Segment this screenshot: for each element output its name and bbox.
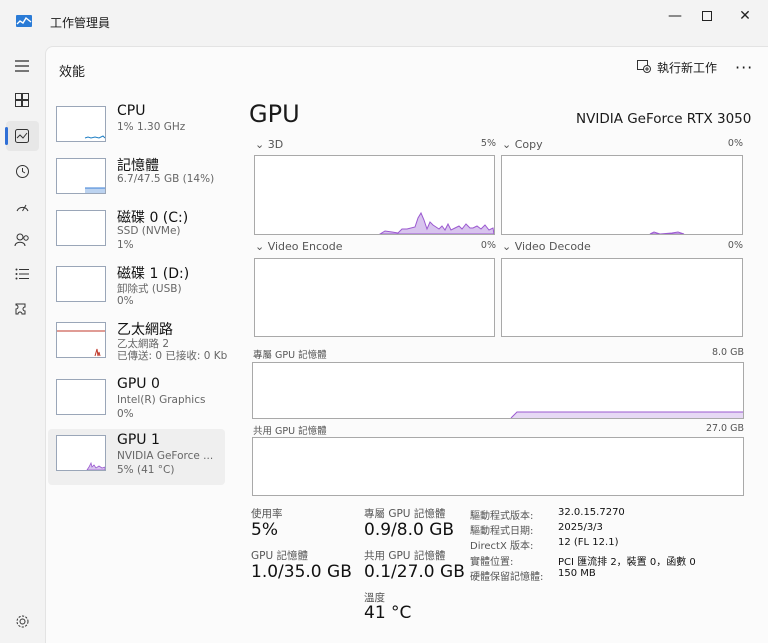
device-value: 0%	[117, 408, 134, 420]
window-title: 工作管理員	[50, 16, 111, 30]
users-icon[interactable]	[10, 228, 34, 252]
run-task-label: 執行新工作	[657, 61, 718, 75]
settings-icon[interactable]	[10, 609, 34, 633]
device-cpu[interactable]: CPU 1% 1.30 GHz	[48, 100, 225, 156]
engine-video-decode-graph	[501, 258, 743, 337]
device-detail: 6.7/47.5 GB (14%)	[117, 173, 215, 185]
gpu-memory-label: GPU 記憶體	[251, 550, 308, 562]
more-options-button[interactable]: ···	[735, 58, 753, 77]
gpu-model: NVIDIA GeForce RTX 3050	[576, 111, 752, 127]
engine-3d-percent: 5%	[480, 138, 496, 149]
processes-icon[interactable]	[10, 88, 34, 112]
info-value: 12 (FL 12.1)	[558, 537, 619, 548]
device-name: CPU	[117, 103, 146, 119]
device-value: 5% (41 °C)	[117, 464, 175, 476]
info-key: DirectX 版本:	[470, 541, 534, 552]
shared-memory-label: 共用 GPU 記憶體	[253, 426, 327, 437]
dedicated-memory-graph	[252, 362, 744, 419]
engine-video-decode-label: ⌄ Video Decode	[502, 240, 591, 253]
gpu-1-thumbnail	[56, 435, 106, 471]
close-icon[interactable]: ✕	[722, 0, 768, 32]
chevron-down-icon[interactable]: ⌄	[255, 240, 264, 253]
engine-3d-graph	[254, 155, 495, 235]
dedicated-stat-label: 專屬 GPU 記憶體	[364, 508, 446, 520]
device-detail: SSD (NVMe)	[117, 225, 181, 237]
chevron-down-icon[interactable]: ⌄	[255, 138, 264, 151]
utilization-label: 使用率	[251, 508, 283, 520]
device-gpu-0[interactable]: GPU 0 Intel(R) Graphics 0%	[48, 373, 225, 429]
engine-video-encode-label: ⌄ Video Encode	[255, 240, 343, 253]
engine-copy-label: ⌄ Copy	[502, 138, 543, 151]
device-detail: 卸除式 (USB)	[117, 283, 182, 295]
device-name: 記憶體	[117, 158, 159, 174]
dedicated-memory-max: 8.0 GB	[711, 347, 744, 358]
info-value: 2025/3/3	[558, 522, 603, 533]
task-manager-app-icon	[16, 15, 32, 27]
utilization-value: 5%	[251, 520, 278, 540]
device-ethernet[interactable]: 乙太網路 乙太網路 2 已傳送: 0 已接收: 0 Kbps	[48, 316, 227, 372]
engine-copy-graph	[501, 155, 743, 235]
device-detail: Intel(R) Graphics	[117, 394, 206, 406]
engine-video-decode-percent: 0%	[727, 240, 743, 251]
device-detail: NVIDIA GeForce ...	[117, 450, 214, 462]
info-value: 32.0.15.7270	[558, 507, 625, 518]
menu-icon[interactable]	[10, 54, 34, 78]
device-value: 已傳送: 0 已接收: 0 Kbps	[117, 350, 227, 362]
info-value: PCI 匯流排 2，裝置 0，函數 0	[558, 557, 696, 568]
run-new-task-button[interactable]: 執行新工作	[637, 59, 717, 76]
shared-memory-max: 27.0 GB	[705, 423, 744, 434]
temperature-value: 41 °C	[364, 603, 412, 623]
device-disk-1[interactable]: 磁碟 1 (D:) 卸除式 (USB) 0%	[48, 260, 225, 316]
dedicated-memory-label: 專屬 GPU 記憶體	[253, 350, 327, 361]
device-disk-0[interactable]: 磁碟 0 (C:) SSD (NVMe) 1%	[48, 204, 225, 260]
dedicated-stat-value: 0.9/8.0 GB	[364, 520, 455, 540]
engine-copy-percent: 0%	[727, 138, 743, 149]
engine-3d-label: ⌄ 3D	[255, 138, 284, 151]
device-name: GPU 0	[117, 376, 160, 392]
page-title: 效能	[59, 65, 86, 80]
startup-apps-icon[interactable]	[10, 194, 34, 218]
device-name: 磁碟 1 (D:)	[117, 266, 190, 282]
device-value: 0%	[117, 295, 134, 307]
info-key: 驅動程式日期:	[470, 526, 534, 537]
shared-stat-label: 共用 GPU 記憶體	[364, 550, 446, 562]
info-key: 驅動程式版本:	[470, 511, 534, 522]
run-task-icon	[637, 59, 651, 76]
disk-1-thumbnail	[56, 266, 106, 302]
device-name: 磁碟 0 (C:)	[117, 210, 189, 226]
device-value: 1%	[117, 239, 134, 251]
chevron-down-icon[interactable]: ⌄	[502, 138, 511, 151]
nav-selection-indicator	[5, 127, 8, 145]
shared-stat-value: 0.1/27.0 GB	[364, 562, 465, 582]
disk-0-thumbnail	[56, 210, 106, 246]
memory-thumbnail	[56, 158, 106, 194]
gpu-0-thumbnail	[56, 379, 106, 415]
info-value: 150 MB	[558, 568, 596, 579]
info-key: 實體位置:	[470, 557, 514, 568]
info-key: 硬體保留記憶體:	[470, 572, 544, 583]
shared-memory-graph	[252, 437, 744, 496]
ethernet-thumbnail	[56, 322, 106, 358]
device-detail: 1% 1.30 GHz	[117, 121, 186, 133]
services-icon[interactable]	[10, 298, 34, 322]
chevron-down-icon[interactable]: ⌄	[502, 240, 511, 253]
gpu-memory-value: 1.0/35.0 GB	[251, 562, 352, 582]
engine-video-encode-percent: 0%	[480, 240, 496, 251]
engine-video-encode-graph	[254, 258, 495, 337]
performance-icon[interactable]	[10, 124, 34, 148]
device-memory[interactable]: 記憶體 6.7/47.5 GB (14%)	[48, 152, 225, 208]
device-name: GPU 1	[117, 432, 160, 448]
gpu-title: GPU	[249, 100, 300, 128]
device-gpu-1[interactable]: GPU 1 NVIDIA GeForce ... 5% (41 °C)	[48, 429, 225, 485]
app-history-icon[interactable]	[10, 159, 34, 183]
details-icon[interactable]	[10, 262, 34, 286]
cpu-thumbnail	[56, 106, 106, 142]
